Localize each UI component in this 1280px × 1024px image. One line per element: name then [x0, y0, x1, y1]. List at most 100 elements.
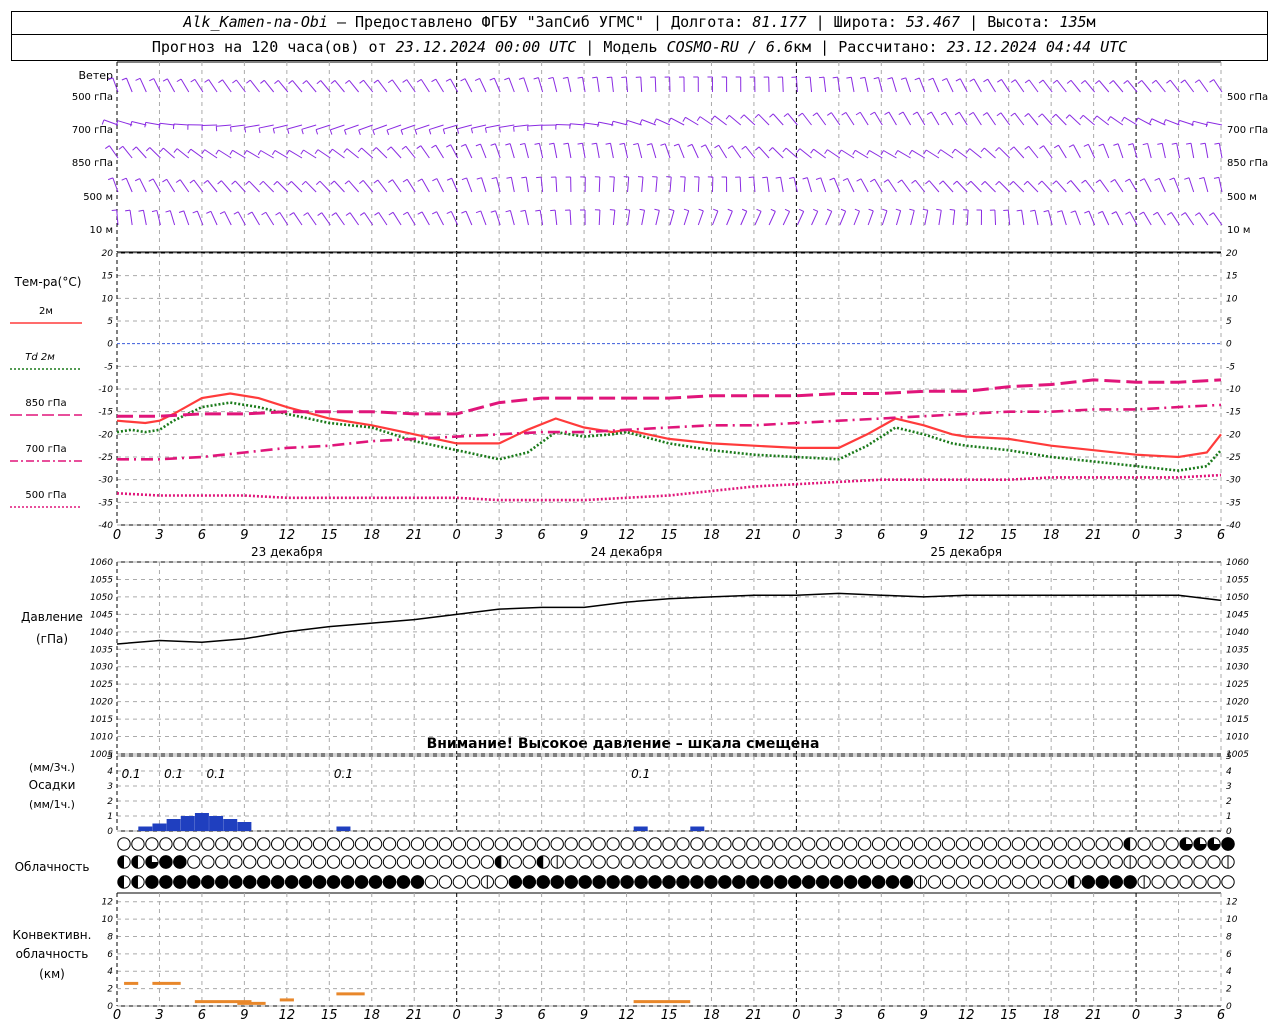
wind-barb-feather [125, 209, 131, 212]
wind-barb-feather [895, 208, 901, 212]
precip-bar [690, 826, 705, 831]
wind-barb [987, 78, 996, 93]
cloud-cover-circle [1025, 837, 1040, 851]
wind-barb-feather [1053, 144, 1059, 149]
cloud-cover-fill [760, 875, 774, 889]
wind-barb-feather [219, 211, 225, 215]
cloud-cover-fill [690, 875, 704, 889]
wind-barb [1096, 115, 1110, 126]
wind-barb [332, 148, 345, 159]
wind-barb-feather [513, 126, 515, 132]
wind-barb-feather [275, 211, 280, 216]
temp-tick-label: -15 [98, 408, 113, 418]
conv-tick-label-right: 8 [1226, 932, 1232, 942]
wind-barb [246, 150, 260, 159]
wind-barb-feather [230, 126, 232, 132]
wind-barb [508, 77, 515, 93]
wind-barb [221, 180, 232, 193]
wind-barb [1198, 79, 1209, 93]
wind-barb-feather [925, 180, 930, 185]
wind-barb-feather [372, 129, 376, 135]
wind-barb-feather [217, 180, 222, 185]
wind-barb [809, 77, 813, 93]
precip-bar [180, 816, 195, 831]
wind-barb-feather [583, 122, 585, 128]
wind-barb-feather [506, 176, 512, 179]
wind-barb-feather [1009, 180, 1014, 186]
cloud-cover-circle [718, 837, 732, 851]
wind-barb [527, 124, 543, 127]
wind-barb-feather [151, 209, 157, 213]
cloud-cover-circle [508, 855, 522, 869]
wind-barb [569, 209, 572, 226]
wind-barb [319, 180, 331, 193]
wind-barb-feather [954, 111, 960, 116]
wind-barb-feather [246, 79, 251, 84]
wind-barb-feather [121, 177, 127, 181]
hour-tick-label: 3 [495, 528, 503, 543]
wind-barb [895, 210, 902, 226]
cloud-cover-fill [173, 855, 187, 869]
wind-barb [465, 210, 473, 226]
cloud-cover-circle [466, 837, 481, 851]
wind-barb-feather [966, 180, 972, 186]
hour-tick-label: 6 [198, 528, 206, 543]
cloud-cover-circle [438, 837, 453, 851]
wind-barb [1143, 211, 1152, 226]
wind-barb-feather [402, 211, 408, 216]
wind-barb-feather [842, 177, 848, 182]
wind-barb-feather [401, 145, 407, 150]
wind-barb [718, 144, 728, 159]
cloud-cover-circle [298, 855, 313, 869]
wind-barb-feather [159, 147, 164, 153]
pressure-tick-label: 1060 [90, 558, 113, 568]
wind-barb [1190, 143, 1195, 159]
wind-barb [799, 148, 812, 159]
hour-tick-label: 18 [1043, 528, 1060, 543]
cloud-cover-fill [606, 875, 620, 889]
wind-barb-feather [300, 149, 304, 155]
wind-barb [208, 79, 218, 93]
cloud-cover-fill [410, 875, 425, 889]
wind-barb-feather [484, 127, 487, 133]
hour-tick-label: 6 [537, 528, 545, 543]
wind-barb-feather [550, 209, 556, 212]
wind-barb-feather [372, 147, 377, 152]
wind-barb [358, 124, 373, 131]
wind-barb [678, 143, 685, 159]
wind-barb-feather [373, 179, 379, 184]
cloud-cover-circle [969, 875, 984, 889]
wind-barb [244, 124, 260, 128]
cloud-cover-fill [1081, 875, 1095, 889]
cloud-cover-circle [1025, 855, 1040, 869]
cloud-cover-fill [788, 875, 802, 889]
wind-barb-feather [1023, 180, 1028, 186]
pressure-tick-label-right: 1030 [1226, 663, 1249, 673]
wind-barb-feather [869, 178, 875, 183]
wind-barb [610, 143, 614, 159]
wind-barb-feather [713, 208, 719, 212]
cloud-cover-fill [368, 875, 383, 889]
cloud-cover-circle [243, 855, 257, 869]
hour-tick-label: 0 [453, 528, 461, 543]
wind-barb [390, 146, 402, 159]
hour-tick-label: 21 [746, 1008, 763, 1023]
wind-barb [864, 77, 869, 93]
wind-barb-feather [1094, 80, 1100, 85]
wind-barb-feather [841, 111, 847, 116]
cloud-cover-circle [871, 837, 886, 851]
wind-level-label: 10 м [90, 225, 113, 236]
wind-barb-feather [314, 149, 319, 155]
conv-tick-label: 12 [102, 898, 114, 908]
cloud-cover-circle [913, 855, 928, 869]
wind-barb [570, 123, 586, 126]
wind-barb [1070, 80, 1081, 93]
wind-barb-feather [132, 146, 137, 151]
wind-barb-feather [148, 178, 154, 182]
wind-barb-feather [490, 210, 496, 213]
wind-barb-feather [315, 180, 321, 186]
wind-barb [1157, 212, 1166, 226]
wind-barb [780, 177, 784, 193]
pressure-tick-label-right: 1010 [1226, 733, 1249, 743]
temp-tick-label-right: -5 [1226, 362, 1235, 372]
